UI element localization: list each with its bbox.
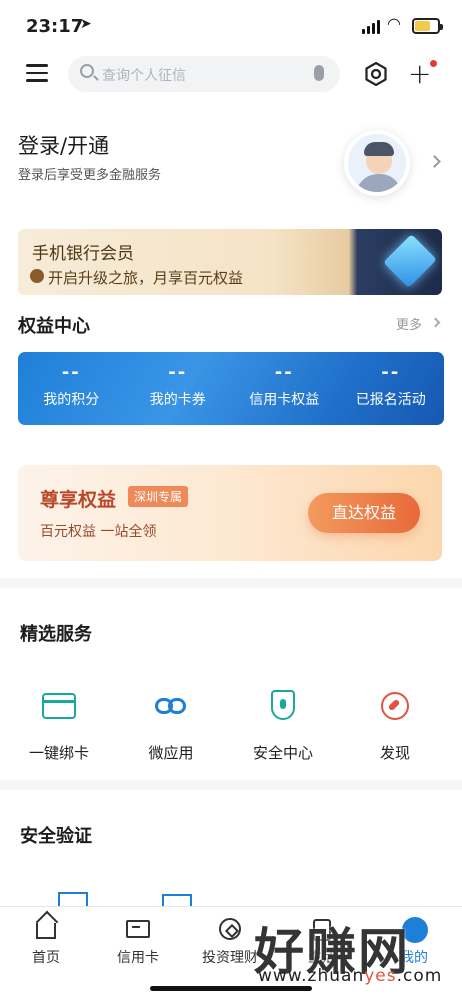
exclusive-title: 尊享权益 <box>40 489 117 511</box>
featured-services-title: 精选服务 <box>20 624 92 645</box>
rights-panel: -- 我的积分 -- 我的卡券 -- 信用卡权益 -- 已报名活动 <box>18 352 444 425</box>
rights-value: -- <box>274 362 294 383</box>
more-link[interactable]: 更多 <box>396 314 422 333</box>
login-title[interactable]: 登录/开通 <box>18 130 109 160</box>
top-bar: 查询个人征信 + <box>0 56 462 92</box>
rights-credit-card[interactable]: -- 信用卡权益 <box>231 352 338 425</box>
member-banner[interactable]: 手机银行会员 开启升级之旅，月享百元权益 <box>18 229 442 295</box>
service-label: 微应用 <box>148 744 194 762</box>
compass-icon <box>381 692 409 720</box>
exclusive-tag: 深圳专属 <box>128 486 189 507</box>
section-divider <box>0 780 462 790</box>
signal-icon <box>362 20 380 34</box>
service-label: 安全中心 <box>252 744 313 762</box>
diamond-icon <box>383 234 437 288</box>
card-bind-icon <box>42 693 76 719</box>
add-icon[interactable]: + <box>408 60 438 88</box>
login-chevron-right-icon[interactable] <box>428 155 441 168</box>
battery-icon <box>412 18 443 34</box>
coin-icon <box>219 918 241 940</box>
exclusive-subtitle: 百元权益 一站全领 <box>40 524 157 540</box>
service-security-center[interactable]: 安全中心 <box>230 688 336 763</box>
service-micro-apps[interactable]: 微应用 <box>118 688 224 763</box>
search-icon <box>80 64 94 78</box>
status-bar: 23:17 ➤ ◠ <box>0 0 462 52</box>
member-banner-subtitle: 开启升级之旅，月享百元权益 <box>48 269 244 287</box>
rights-center-title: 权益中心 <box>18 316 90 337</box>
search-input[interactable]: 查询个人征信 <box>68 56 340 92</box>
rights-points[interactable]: -- 我的积分 <box>18 352 125 425</box>
rights-coupons[interactable]: -- 我的卡券 <box>125 352 232 425</box>
rights-activities[interactable]: -- 已报名活动 <box>338 352 445 425</box>
rights-label: 我的积分 <box>43 392 100 408</box>
rights-value: -- <box>61 362 81 383</box>
watermark-url: www.zhuanyes.com <box>258 966 443 986</box>
go-to-rights-button[interactable]: 直达权益 <box>308 493 420 533</box>
rights-value: -- <box>381 362 401 383</box>
rights-value: -- <box>168 362 188 383</box>
security-verification-title: 安全验证 <box>20 826 92 847</box>
tab-home[interactable]: 首页 <box>0 907 92 1000</box>
tab-label: 首页 <box>32 950 60 966</box>
avatar[interactable] <box>344 130 410 196</box>
tab-label: 信用卡 <box>117 950 159 966</box>
settings-icon[interactable] <box>364 62 388 86</box>
rights-label: 我的卡券 <box>149 392 206 408</box>
service-discover[interactable]: 发现 <box>342 688 448 763</box>
microphone-icon[interactable] <box>314 65 324 81</box>
more-chevron-icon[interactable] <box>430 317 441 328</box>
wifi-icon: ◠ <box>387 14 401 33</box>
service-bind-card[interactable]: 一键绑卡 <box>6 688 112 763</box>
home-icon <box>36 923 56 939</box>
search-placeholder: 查询个人征信 <box>102 68 186 84</box>
crown-icon <box>30 269 44 283</box>
featured-services-row: 一键绑卡 微应用 安全中心 发现 <box>0 688 462 763</box>
login-subtitle: 登录后享受更多金融服务 <box>18 168 162 183</box>
menu-icon[interactable] <box>26 64 48 82</box>
link-icon <box>153 688 189 724</box>
service-label: 一键绑卡 <box>28 744 89 762</box>
location-arrow-icon: ➤ <box>80 16 92 32</box>
status-time: 23:17 <box>26 16 84 37</box>
credit-card-icon <box>126 920 150 938</box>
shield-icon <box>271 690 295 720</box>
exclusive-rights-banner[interactable]: 尊享权益 深圳专属 百元权益 一站全领 直达权益 <box>18 465 442 561</box>
service-label: 发现 <box>379 744 410 762</box>
member-banner-title: 手机银行会员 <box>32 244 134 264</box>
notification-dot <box>430 60 438 67</box>
section-divider <box>0 578 462 588</box>
rights-label: 已报名活动 <box>355 392 426 408</box>
rights-label: 信用卡权益 <box>249 392 320 408</box>
home-indicator <box>150 986 312 991</box>
